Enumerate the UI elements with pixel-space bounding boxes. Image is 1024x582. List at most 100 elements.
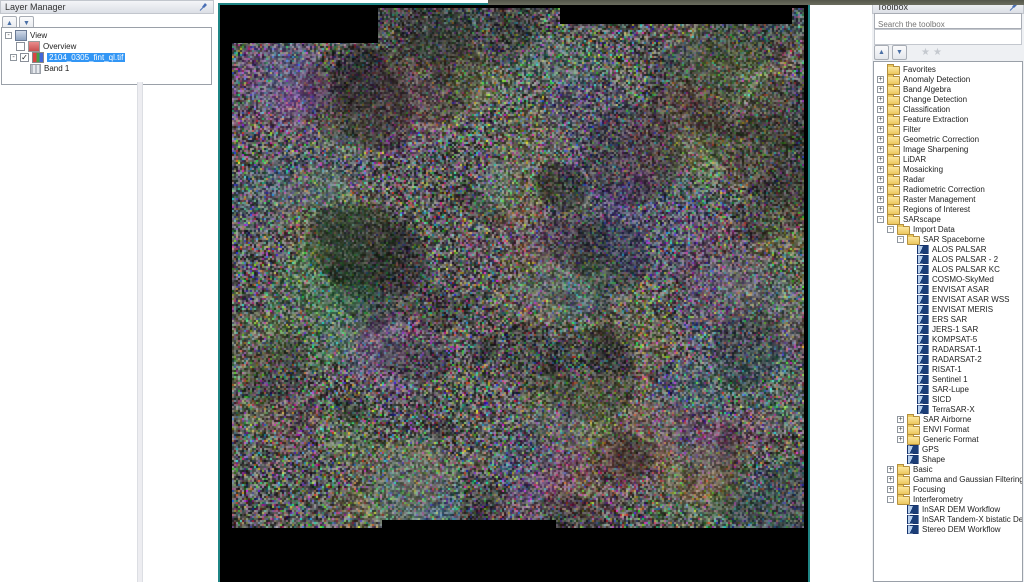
layer-tree-item-view[interactable]: - View — [2, 30, 211, 41]
toolbox-item-label: RISAT-1 — [932, 365, 962, 374]
layer-tree-item-raster[interactable]: - ✓ 2104_0305_fint_ql.tif — [2, 52, 211, 63]
toolbox-tree-item[interactable]: ALOS PALSAR - 2 — [874, 254, 1022, 264]
toolbox-tree-item[interactable]: + Focusing — [874, 484, 1022, 494]
toolbox-tree-item[interactable]: + SAR Airborne — [874, 414, 1022, 424]
toolbox-tree-item[interactable]: + Generic Format — [874, 434, 1022, 444]
collapse-all-icon[interactable]: ▲ — [874, 45, 889, 60]
panel-splitter[interactable] — [137, 82, 143, 582]
toolbox-tree-item[interactable]: SICD — [874, 394, 1022, 404]
expander-icon[interactable]: + — [897, 436, 904, 443]
toolbox-tree-item[interactable]: + Geometric Correction — [874, 134, 1022, 144]
expander-icon[interactable]: + — [877, 76, 884, 83]
toolbox-tree-item[interactable]: - Import Data — [874, 224, 1022, 234]
toolbox-tree-item[interactable]: + Filter — [874, 124, 1022, 134]
toolbox-tree-item[interactable]: ENVISAT ASAR WSS — [874, 294, 1022, 304]
toolbox-tree-item[interactable]: ALOS PALSAR — [874, 244, 1022, 254]
toolbox-tree-item[interactable]: + ENVI Format — [874, 424, 1022, 434]
expander-icon[interactable]: - — [887, 226, 894, 233]
toolbox-tree-item[interactable]: + Anomaly Detection — [874, 74, 1022, 84]
expander-icon[interactable]: + — [877, 126, 884, 133]
overview-checkbox[interactable] — [16, 42, 25, 51]
toolbox-tree-item[interactable]: - SAR Spaceborne — [874, 234, 1022, 244]
toolbox-tree-item[interactable]: JERS-1 SAR — [874, 324, 1022, 334]
expander-minus-icon[interactable]: - — [5, 32, 12, 39]
toolbox-tree-item[interactable]: RADARSAT-2 — [874, 354, 1022, 364]
remove-favorite-icon[interactable]: ★ — [933, 48, 942, 58]
toolbox-tree-item[interactable]: + Basic — [874, 464, 1022, 474]
expander-icon[interactable]: + — [877, 146, 884, 153]
toolbox-tree-item[interactable]: + Image Sharpening — [874, 144, 1022, 154]
toolbox-tree-item[interactable]: + Radiometric Correction — [874, 184, 1022, 194]
expander-icon[interactable]: + — [877, 156, 884, 163]
background-window-sliver — [488, 0, 1024, 5]
expander-icon[interactable]: + — [877, 86, 884, 93]
toolbox-tree-item[interactable]: InSAR DEM Workflow — [874, 504, 1022, 514]
expander-icon[interactable]: - — [887, 496, 894, 503]
toolbox-tree-item[interactable]: + LiDAR — [874, 154, 1022, 164]
expand-all-icon[interactable]: ▼ — [892, 45, 907, 60]
toolbox-tree-item[interactable]: Stereo DEM Workflow — [874, 524, 1022, 534]
expander-icon[interactable]: + — [887, 486, 894, 493]
toolbox-tree-item[interactable]: Favorites — [874, 64, 1022, 74]
toolbox-tree-item[interactable]: + Feature Extraction — [874, 114, 1022, 124]
toolbox-tree-item[interactable]: RISAT-1 — [874, 364, 1022, 374]
toolbox-item-label: COSMO-SkyMed — [932, 275, 994, 284]
toolbox-tree-item[interactable]: SAR-Lupe — [874, 384, 1022, 394]
expander-icon[interactable]: + — [887, 476, 894, 483]
expander-icon[interactable]: + — [877, 166, 884, 173]
expander-icon[interactable]: + — [877, 186, 884, 193]
expander-minus-icon[interactable]: - — [10, 54, 17, 61]
toolbox-tree-item[interactable]: RADARSAT-1 — [874, 344, 1022, 354]
toolbox-tree-item[interactable]: GPS — [874, 444, 1022, 454]
toolbox-tree-item[interactable]: ENVISAT ASAR — [874, 284, 1022, 294]
toolbox-tree-item[interactable]: + Change Detection — [874, 94, 1022, 104]
expander-icon[interactable]: - — [897, 236, 904, 243]
expander-icon[interactable]: + — [887, 466, 894, 473]
toolbox-tree-item[interactable]: - SARscape — [874, 214, 1022, 224]
toolbox-tree-item[interactable]: ALOS PALSAR KC — [874, 264, 1022, 274]
layer-tree-item-band[interactable]: Band 1 — [2, 63, 211, 74]
pin-icon[interactable] — [199, 1, 209, 13]
toolbox-item-label: Feature Extraction — [903, 115, 968, 124]
toolbox-tree-item[interactable]: - Interferometry — [874, 494, 1022, 504]
toolbox-tree-item[interactable]: + Band Algebra — [874, 84, 1022, 94]
raster-checkbox[interactable]: ✓ — [20, 53, 29, 62]
toolbox-tree-item[interactable]: KOMPSAT-5 — [874, 334, 1022, 344]
toolbox-tree-item[interactable]: + Gamma and Gaussian Filtering — [874, 474, 1022, 484]
expander-icon[interactable]: - — [877, 216, 884, 223]
toolbox-tree-item[interactable]: TerraSAR-X — [874, 404, 1022, 414]
toolbox-tree-item[interactable]: + Radar — [874, 174, 1022, 184]
toolbox-tree-item[interactable]: + Mosaicking — [874, 164, 1022, 174]
toolbox-tree-item[interactable]: ERS SAR — [874, 314, 1022, 324]
toolbox-tree-item[interactable]: InSAR Tandem-X bistatic Dem W — [874, 514, 1022, 524]
expander-icon[interactable]: + — [897, 426, 904, 433]
toolbox-tree-item[interactable]: + Classification — [874, 104, 1022, 114]
sar-image[interactable] — [232, 8, 804, 528]
expander-icon[interactable]: + — [877, 106, 884, 113]
import-icon — [917, 295, 929, 304]
toolbox-item-label: SAR Airborne — [923, 415, 971, 424]
toolbox-tree-item[interactable]: Shape — [874, 454, 1022, 464]
image-view[interactable] — [218, 3, 810, 582]
toolbox-tree-item[interactable]: + Regions of Interest — [874, 204, 1022, 214]
expander-icon[interactable]: + — [877, 116, 884, 123]
expander-icon[interactable]: + — [897, 416, 904, 423]
view-icon — [15, 30, 27, 41]
layer-manager-header[interactable]: Layer Manager — [0, 0, 214, 14]
expander-icon[interactable]: + — [877, 96, 884, 103]
nodata-region — [382, 520, 556, 530]
add-favorite-icon[interactable]: ★ — [921, 48, 930, 58]
toolbox-tree-item[interactable]: COSMO-SkyMed — [874, 274, 1022, 284]
toolbox-item-label: Interferometry — [913, 495, 963, 504]
toolbox-tree-item[interactable]: + Raster Management — [874, 194, 1022, 204]
toolbox-item-label: Image Sharpening — [903, 145, 968, 154]
expander-icon[interactable]: + — [877, 206, 884, 213]
expander-icon[interactable]: + — [877, 176, 884, 183]
layer-tree-item-overview[interactable]: Overview — [2, 41, 211, 52]
toolbox-tree-item[interactable]: Sentinel 1 — [874, 374, 1022, 384]
view-label: View — [30, 31, 47, 40]
expander-icon[interactable]: + — [877, 136, 884, 143]
toolbox-tree-item[interactable]: ENVISAT MERIS — [874, 304, 1022, 314]
expander-icon[interactable]: + — [877, 196, 884, 203]
import-icon — [907, 515, 919, 524]
